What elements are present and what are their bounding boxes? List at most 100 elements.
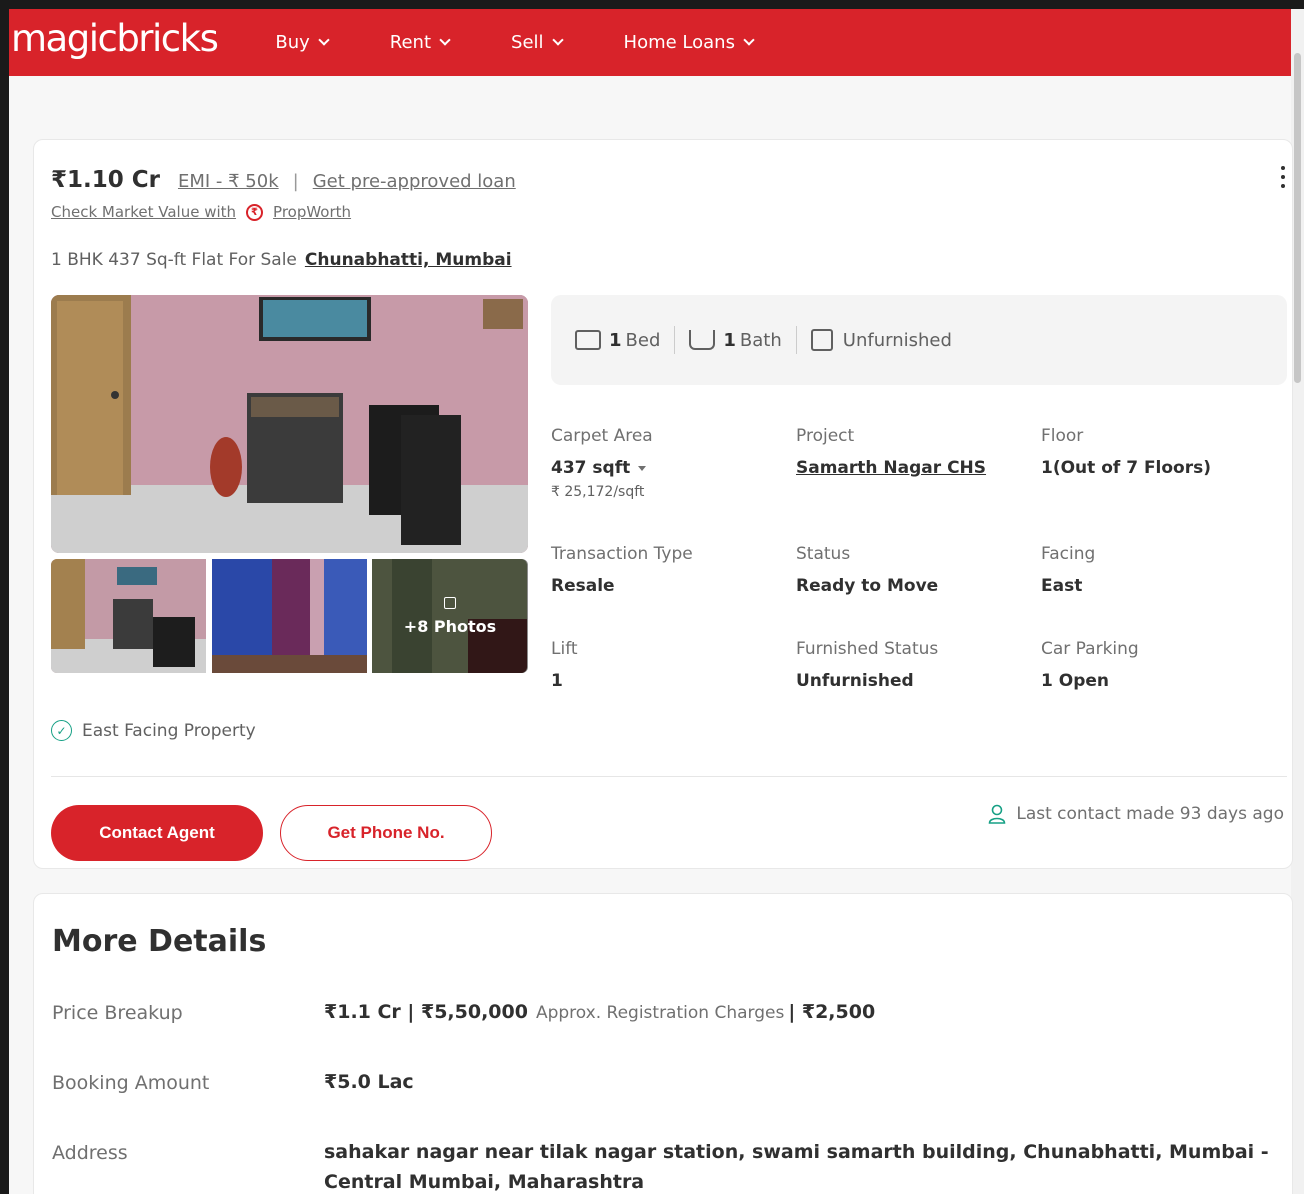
scrollbar-thumb[interactable] — [1294, 53, 1301, 383]
spec-transaction-type: Transaction Type Resale — [551, 544, 693, 596]
bed-icon — [575, 330, 601, 350]
bathtub-icon — [689, 330, 716, 350]
nav-sell[interactable]: Sell — [511, 32, 564, 53]
spec-project: Project Samarth Nagar CHS — [796, 426, 986, 478]
registration-value: | ₹2,500 — [788, 1001, 876, 1023]
check-circle-icon: ✓ — [51, 720, 72, 741]
user-icon — [989, 804, 1006, 824]
address-row: Address sahakar nagar near tilak nagar s… — [52, 1141, 1272, 1194]
price-row: ₹1.10 Cr EMI - ₹ 50k | Get pre-approved … — [51, 167, 516, 193]
property-summary: 1 Bed 1 Bath Unfurnished — [551, 295, 1287, 385]
nav-rent-label: Rent — [389, 32, 432, 53]
md-label: Address — [52, 1142, 128, 1164]
emi-link[interactable]: EMI - ₹ 50k — [178, 171, 279, 192]
bath-info: 1 Bath — [675, 330, 795, 351]
spec-value: 1 Open — [1041, 671, 1109, 691]
main-photo[interactable] — [51, 295, 528, 553]
price-separator: | — [292, 171, 299, 192]
nav-home-loans-label: Home Loans — [623, 32, 735, 53]
photos-count: +8 Photos — [403, 616, 497, 636]
bath-label: Bath — [739, 329, 782, 351]
property-price: ₹1.10 Cr — [51, 167, 160, 193]
nav-rent[interactable]: Rent — [389, 32, 451, 53]
market-value-text: Check Market Value with — [51, 203, 237, 221]
spec-value: 1(Out of 7 Floors) — [1041, 458, 1212, 478]
market-value-link[interactable]: Check Market Value with ₹ PropWorth — [51, 203, 351, 221]
contact-agent-button[interactable]: Contact Agent — [51, 805, 263, 861]
registration-text: Approx. Registration Charges — [535, 1003, 785, 1023]
md-value: ₹1.1 Cr | ₹5,50,000 Approx. Registration … — [324, 997, 1272, 1028]
price-breakup-row: Price Breakup ₹1.1 Cr | ₹5,50,000 Approx.… — [52, 1001, 1272, 1028]
last-contact-text: Last contact made 93 days ago — [1016, 804, 1284, 824]
spec-carpet-area: Carpet Area 437 sqft ₹ 25,172/sqft — [551, 426, 653, 500]
project-link[interactable]: Samarth Nagar CHS — [796, 458, 986, 478]
more-photos-button[interactable]: +8 Photos — [372, 559, 528, 673]
feature-text: East Facing Property — [82, 720, 256, 741]
more-options-icon[interactable] — [1278, 166, 1288, 193]
chevron-down-icon — [551, 34, 564, 46]
spec-label: Furnished Status — [796, 639, 939, 659]
price-breakup-value: ₹1.1 Cr | ₹5,50,000 — [324, 1001, 528, 1023]
spec-label: Floor — [1041, 426, 1084, 446]
pre-approved-loan-link[interactable]: Get pre-approved loan — [313, 171, 516, 192]
spec-value: Unfurnished — [796, 671, 914, 691]
spec-facing: Facing East — [1041, 544, 1095, 596]
site-header: magicbricks Buy Rent Sell Home Loans — [9, 9, 1291, 76]
spec-status: Status Ready to Move — [796, 544, 938, 596]
md-label: Booking Amount — [52, 1072, 210, 1094]
md-value: sahakar nagar near tilak nagar station, … — [324, 1141, 1269, 1193]
main-nav: Buy Rent Sell Home Loans — [275, 32, 815, 53]
listing-title-text: 1 BHK 437 Sq-ft Flat For Sale — [51, 250, 297, 270]
spec-label: Lift — [551, 639, 578, 659]
spec-label: Car Parking — [1041, 639, 1139, 659]
get-phone-button[interactable]: Get Phone No. — [280, 805, 492, 861]
nav-sell-label: Sell — [511, 32, 544, 53]
thumbnail-2[interactable] — [212, 559, 367, 673]
location-link[interactable]: Chunabhatti, Mumbai — [305, 250, 512, 270]
thumbnail-1[interactable] — [51, 559, 206, 673]
spec-lift: Lift 1 — [551, 639, 578, 691]
more-details-title: More Details — [52, 924, 267, 959]
furnishing-label: Unfurnished — [842, 329, 952, 351]
magicbricks-logo[interactable]: magicbricks — [11, 17, 219, 60]
propworth-text: PropWorth — [273, 203, 352, 221]
spec-car-parking: Car Parking 1 Open — [1041, 639, 1139, 691]
spec-value: Resale — [551, 576, 615, 596]
spec-value: 437 sqft — [551, 458, 631, 478]
booking-amount-row: Booking Amount ₹5.0 Lac — [52, 1071, 1272, 1097]
md-value: ₹5.0 Lac — [324, 1071, 414, 1093]
spec-furnished-status: Furnished Status Unfurnished — [796, 639, 938, 691]
spec-label: Carpet Area — [551, 426, 653, 446]
spec-label: Status — [796, 544, 851, 564]
bed-count: 1 — [609, 329, 622, 351]
nav-home-loans[interactable]: Home Loans — [623, 32, 755, 53]
spec-value: Ready to Move — [796, 576, 939, 596]
md-label: Price Breakup — [52, 1002, 183, 1024]
bath-count: 1 — [723, 329, 736, 351]
rate-per-sqft: ₹ 25,172/sqft — [551, 484, 645, 500]
listing-title: 1 BHK 437 Sq-ft Flat For Sale Chunabhatti… — [51, 250, 512, 270]
spec-value: 1 — [551, 671, 563, 691]
property-card: ₹1.10 Cr EMI - ₹ 50k | Get pre-approved … — [33, 139, 1293, 869]
window-icon — [810, 329, 833, 351]
divider — [51, 776, 1287, 777]
feature-highlight: ✓ East Facing Property — [51, 720, 256, 741]
image-icon — [444, 596, 456, 609]
more-details-card: More Details Price Breakup ₹1.1 Cr | ₹5,… — [33, 893, 1293, 1194]
chevron-down-icon — [743, 34, 755, 46]
last-contact-info: Last contact made 93 days ago — [988, 804, 1284, 824]
chevron-down-icon — [318, 34, 330, 46]
browser-viewport: magicbricks Buy Rent Sell Home Loans ₹1.… — [0, 0, 1304, 1194]
bed-label: Bed — [625, 329, 661, 351]
caret-down-icon — [638, 465, 647, 471]
furnishing-info: Unfurnished — [797, 329, 966, 351]
bed-info: 1 Bed — [561, 330, 674, 351]
propworth-icon: ₹ — [246, 203, 264, 221]
spec-label: Facing — [1041, 544, 1096, 564]
spec-floor: Floor 1(Out of 7 Floors) — [1041, 426, 1211, 478]
spec-value: East — [1041, 576, 1083, 596]
nav-buy-label: Buy — [275, 32, 310, 53]
chevron-down-icon — [439, 34, 451, 46]
carpet-area-selector[interactable]: 437 sqft — [551, 458, 653, 478]
nav-buy[interactable]: Buy — [275, 32, 330, 53]
